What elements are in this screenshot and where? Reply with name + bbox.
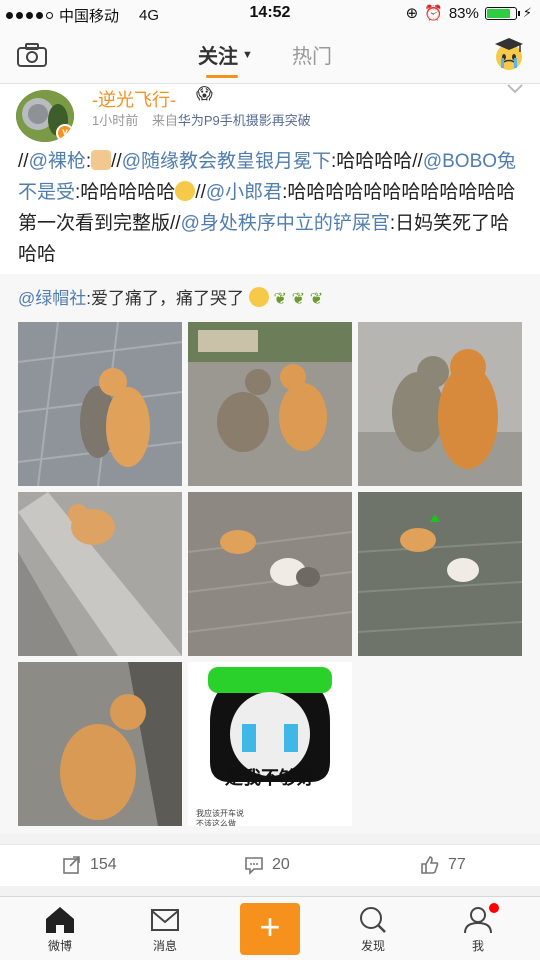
search-icon (360, 907, 386, 933)
leaf-emoji-icon: ❦ (309, 291, 324, 308)
notification-dot (489, 903, 499, 913)
cat-photo-1[interactable] (18, 322, 182, 486)
tab-me[interactable]: 我 (443, 903, 513, 954)
comment-icon (245, 857, 263, 875)
cat-photo-4[interactable] (18, 492, 182, 656)
battery-icon (484, 6, 520, 20)
thumbs-up-icon (421, 856, 439, 874)
tab-messages[interactable]: 消息 (130, 905, 200, 954)
cat-photo-7[interactable] (18, 662, 182, 826)
camera-icon[interactable] (16, 42, 48, 68)
tearful-emoji-icon (248, 287, 269, 307)
tab-follow-label: 关注 (198, 46, 238, 68)
tab-home[interactable]: 微博 (25, 905, 95, 954)
caret-down-icon: ▼ (242, 48, 253, 61)
cat-photo-2[interactable] (188, 322, 352, 486)
leaf-emoji-icon: ❦ (291, 291, 306, 308)
repost-count: 154 (90, 856, 117, 873)
meme-caption: 是我不够好 (225, 768, 315, 788)
comment-button[interactable]: 20 (244, 855, 290, 875)
repost-text: @绿帽社:爱了痛了，痛了哭了 ❦ ❦ ❦ (18, 284, 323, 309)
post-meta: 1小时前 来自华为P9手机摄影再突破 (92, 110, 311, 129)
mention-link[interactable]: @裸枪 (29, 151, 86, 172)
weibo-post-card: v -逆光飞行- 😱 1小时前 来自华为P9手机摄影再突破 //@裸枪://@随… (0, 84, 540, 834)
tab-hot[interactable]: 热门 (292, 40, 332, 69)
alarm-icon: ⏰ (424, 5, 443, 22)
meme-small-text-2: 不该这么做 (196, 819, 236, 826)
post-actions: 154 20 77 (0, 844, 540, 886)
panda-meme-image[interactable]: 是我不够好 我应该开车说 不该这么做 (188, 662, 352, 826)
mention-link[interactable]: @绿帽社 (18, 289, 86, 308)
username[interactable]: -逆光飞行- (92, 86, 176, 112)
share-icon (63, 856, 80, 874)
cat-photo-3[interactable] (358, 322, 522, 486)
tab-me-label: 我 (471, 939, 484, 953)
active-tab-indicator (206, 75, 238, 78)
tab-messages-label: 消息 (152, 939, 177, 953)
tab-discover[interactable]: 发现 (338, 905, 408, 954)
compose-button[interactable]: + (240, 903, 300, 955)
cat-photo-5[interactable] (188, 492, 352, 656)
text-segment: // (195, 182, 206, 203)
battery-percent: 83% (448, 4, 479, 22)
mention-link[interactable]: @随缘教会教皇银月冕下 (122, 151, 331, 172)
reposted-content[interactable]: @绿帽社:爱了痛了，痛了哭了 ❦ ❦ ❦ 是我不够好 我应该开车说 不该这么做 (0, 274, 540, 834)
cat-photo-6[interactable] (358, 492, 522, 656)
charging-icon: ⚡ (522, 5, 532, 20)
tab-home-label: 微博 (47, 939, 72, 953)
text-segment: :哈哈哈哈// (331, 151, 423, 172)
mention-link[interactable]: @身处秩序中立的铲屎官 (181, 213, 390, 234)
text-segment: :哈哈哈哈哈 (75, 182, 176, 203)
post-time: 1小时前 (92, 113, 139, 128)
tab-discover-label: 发现 (360, 939, 385, 953)
mail-icon (151, 909, 179, 931)
mention-link[interactable]: @小郎君 (206, 182, 282, 203)
like-button[interactable]: 77 (420, 855, 466, 875)
profile-avatar-icon[interactable] (492, 36, 526, 72)
leaf-emoji-icon: ❦ (273, 291, 287, 308)
comment-count: 20 (272, 856, 290, 873)
tab-follow[interactable]: 关注 ▼ (198, 40, 253, 69)
text-segment: // (111, 151, 122, 172)
text-segment: // (18, 151, 29, 172)
home-icon (46, 907, 74, 933)
cat-face-emoji-icon (91, 150, 112, 170)
like-count: 77 (448, 856, 466, 873)
repost-body: :爱了痛了，痛了哭了 (86, 289, 244, 308)
repost-button[interactable]: 154 (62, 855, 117, 875)
source-prefix: 来自 (151, 113, 178, 128)
bottom-tab-bar: 微博 消息 + 发现 我 (0, 896, 540, 960)
post-source[interactable]: 华为P9手机摄影再突破 (178, 113, 311, 128)
status-bar: 中国移动 4G 14:52 ⊕ ⏰ 83% ⚡ (0, 0, 540, 28)
vip-emoji-icon: 😱 (196, 86, 213, 103)
rotation-lock-icon: ⊕ (405, 5, 419, 22)
user-avatar[interactable]: v (16, 90, 74, 142)
top-nav: 关注 ▼ 热门 (0, 28, 540, 84)
laughing-crying-emoji-icon (175, 181, 196, 201)
post-text: //@裸枪://@随缘教会教皇银月冕下:哈哈哈哈//@BOBO兔不是受:哈哈哈哈… (18, 146, 522, 270)
verified-badge-icon: v (56, 124, 74, 142)
chevron-down-icon[interactable] (506, 82, 524, 96)
